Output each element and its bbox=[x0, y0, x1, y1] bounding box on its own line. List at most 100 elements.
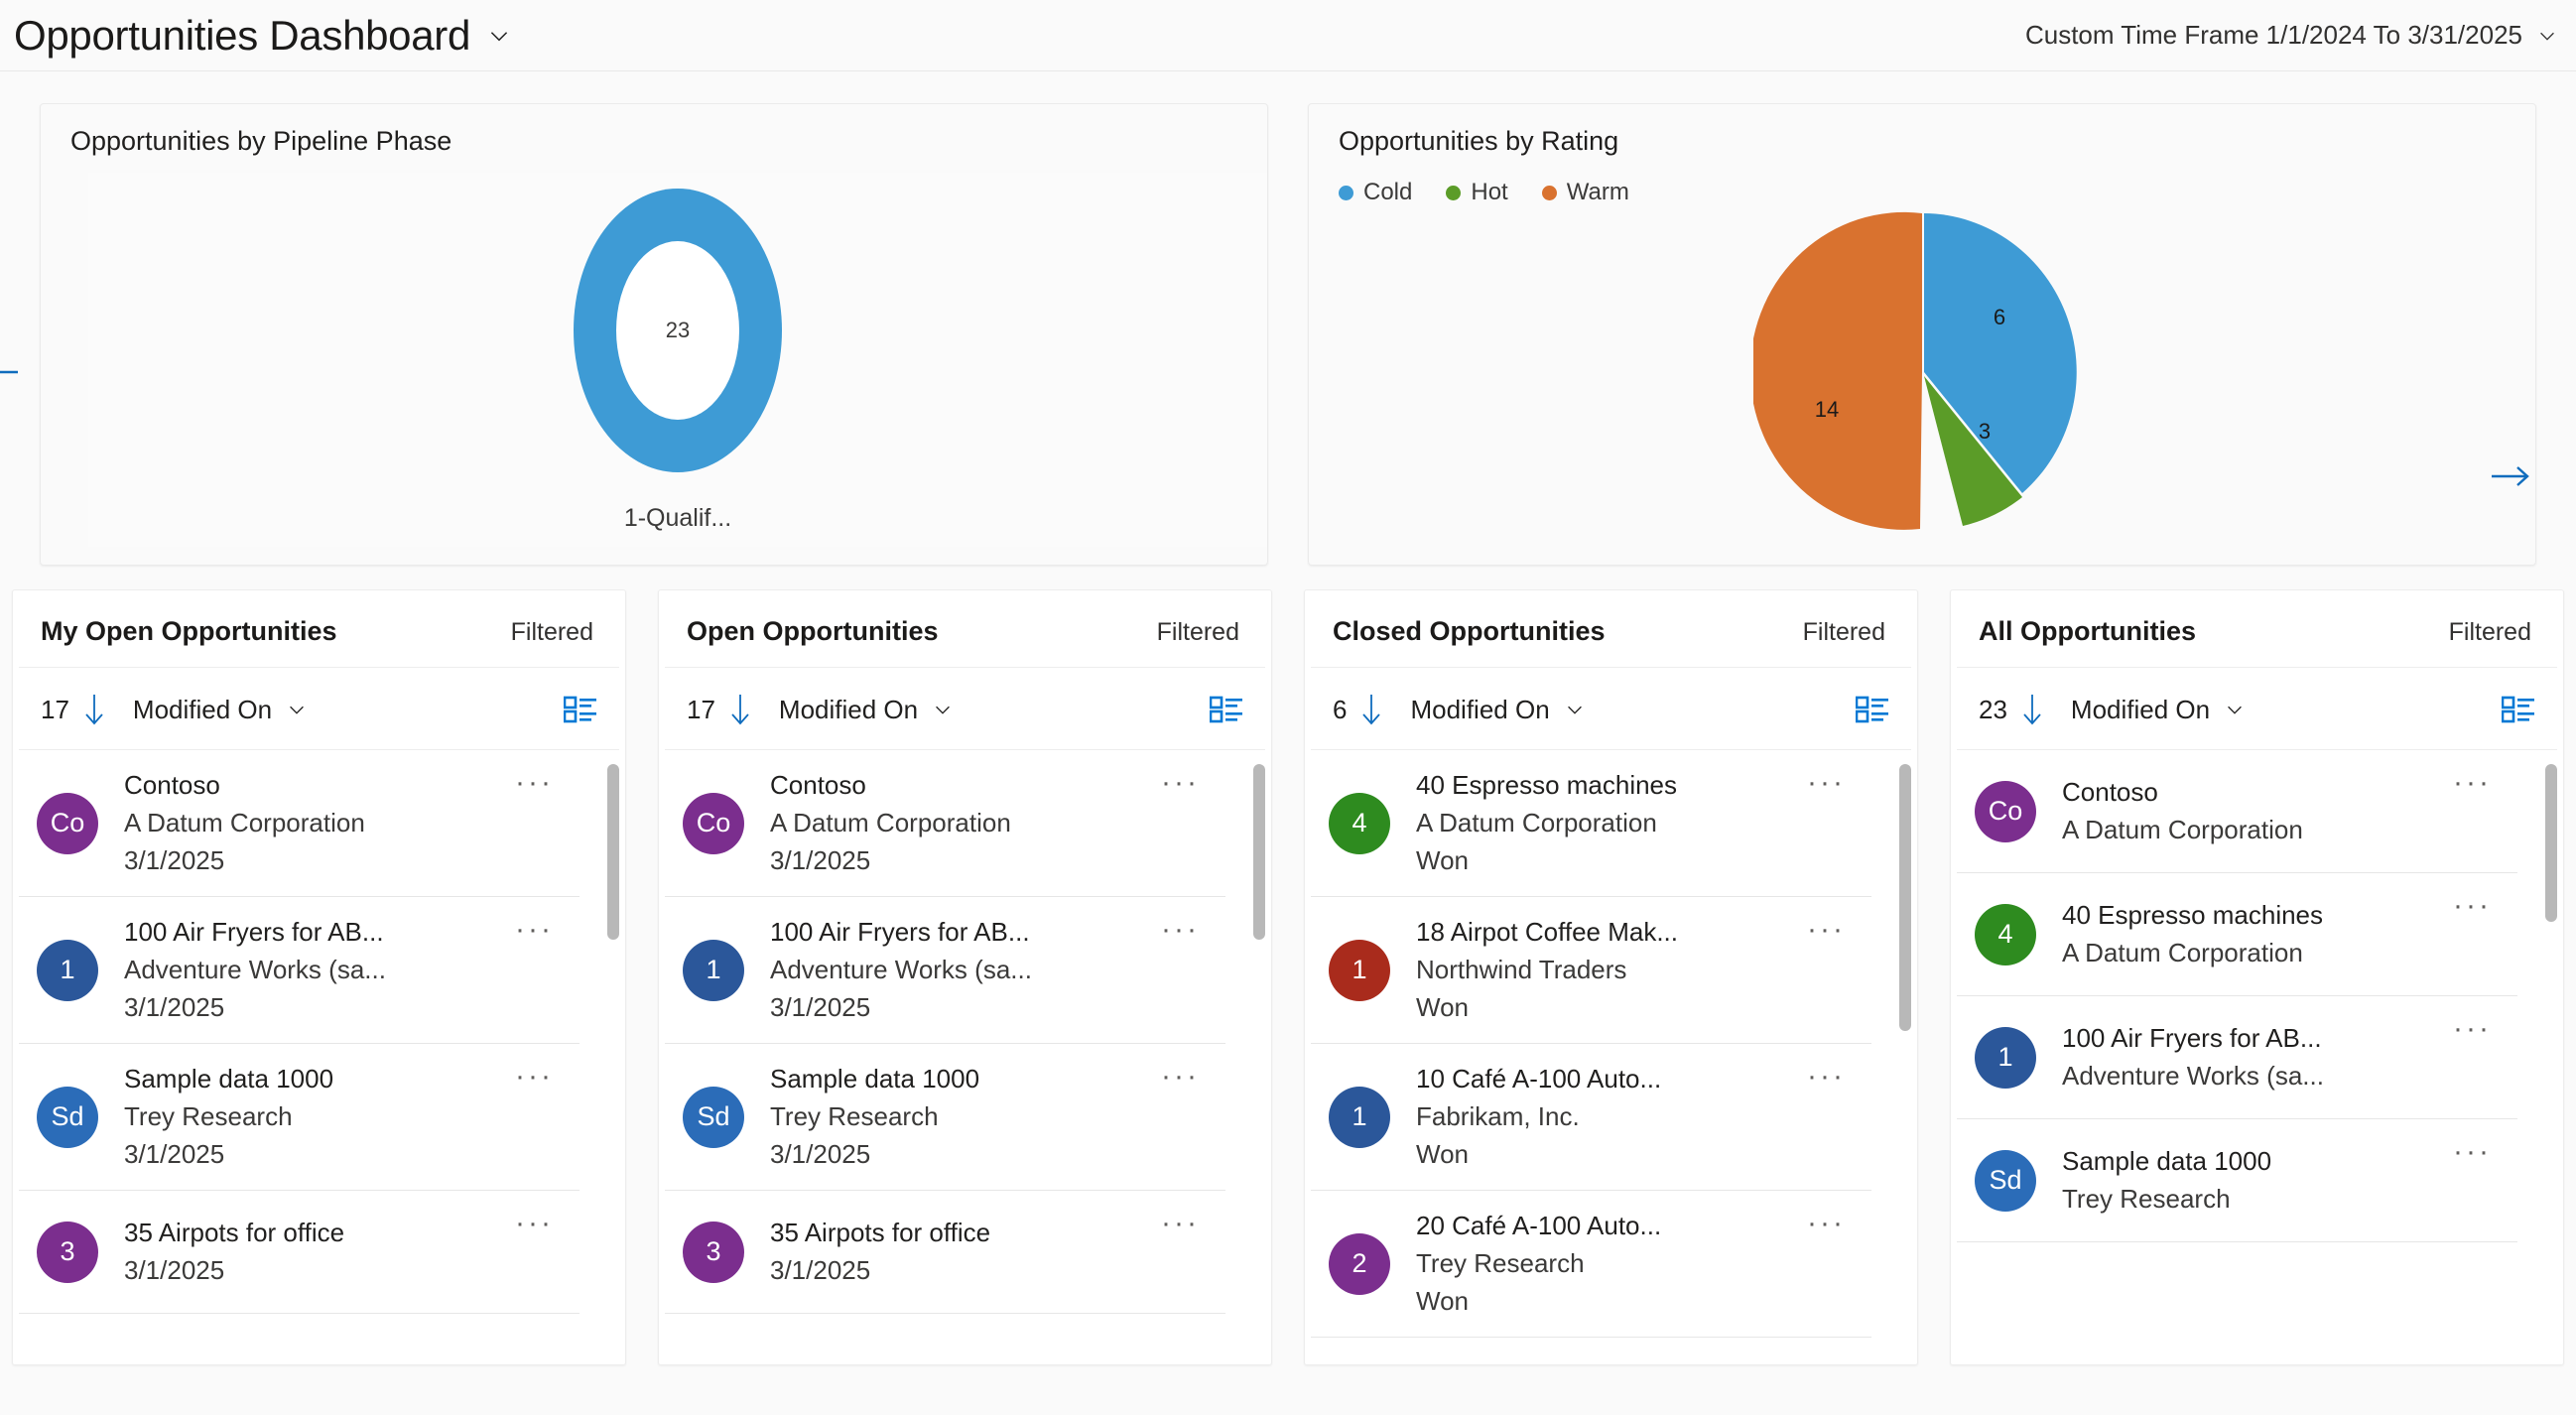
list-item-meta: 3/1/2025 bbox=[124, 1139, 225, 1169]
panel-header: Closed Opportunities Filtered bbox=[1311, 590, 1911, 668]
list-item[interactable]: Sd Sample data 1000 Trey Research ··· bbox=[1957, 1119, 2517, 1242]
panel-filtered-label[interactable]: Filtered bbox=[511, 618, 593, 647]
scrollbar-thumb[interactable] bbox=[607, 764, 619, 941]
list-item-more-button[interactable]: ··· bbox=[1787, 766, 1871, 798]
list-item-more-button[interactable]: ··· bbox=[495, 913, 580, 945]
chevron-down-icon[interactable] bbox=[1564, 699, 1586, 720]
chevron-down-icon[interactable] bbox=[2536, 25, 2558, 47]
pie-chart[interactable]: 6 3 14 bbox=[1749, 208, 2091, 541]
list-item[interactable]: 1 100 Air Fryers for AB... Adventure Work… bbox=[665, 897, 1225, 1044]
chart-card-pipeline-phase[interactable]: Opportunities by Pipeline Phase 23 1-Qua… bbox=[40, 103, 1268, 566]
list-item[interactable]: Co Contoso A Datum Corporation 3/1/2025 ··… bbox=[665, 750, 1225, 897]
list-item[interactable]: Co Contoso A Datum Corporation ··· bbox=[1957, 750, 2517, 873]
list-item-more-button[interactable]: ··· bbox=[1141, 1207, 1225, 1238]
avatar-initials: 1 bbox=[706, 955, 721, 984]
opportunity-panel: My Open Opportunities Filtered 17 Modifi… bbox=[12, 589, 626, 1365]
scrollbar-track[interactable] bbox=[1899, 758, 1911, 1364]
record-count: 23 bbox=[1979, 694, 2007, 724]
scrollbar-track[interactable] bbox=[2545, 758, 2557, 1364]
avatar: Co bbox=[37, 792, 98, 854]
arrow-left-icon[interactable] bbox=[0, 357, 20, 392]
chart-card-rating[interactable]: Opportunities by Rating Cold Hot Warm 6 … bbox=[1308, 103, 2536, 566]
pie-value-cold: 6 bbox=[1994, 305, 2005, 329]
avatar-initials: 2 bbox=[1352, 1248, 1367, 1278]
panel-filtered-label[interactable]: Filtered bbox=[2449, 618, 2531, 647]
list-item-more-button[interactable]: ··· bbox=[2433, 1135, 2517, 1167]
list-item-title: Sample data 1000 bbox=[2062, 1146, 2272, 1176]
avatar-initials: 3 bbox=[706, 1236, 721, 1266]
legend-item-warm[interactable]: Warm bbox=[1541, 179, 1629, 206]
scrollbar-thumb[interactable] bbox=[1253, 764, 1265, 941]
list-item[interactable]: 1 100 Air Fryers for AB... Adventure Work… bbox=[19, 897, 580, 1044]
list-item[interactable]: 1 10 Café A-100 Auto... Fabrikam, Inc. Won… bbox=[1311, 1044, 1871, 1191]
sort-field-label[interactable]: Modified On bbox=[133, 695, 272, 725]
panel-filtered-label[interactable]: Filtered bbox=[1157, 618, 1239, 647]
opportunity-panels-row: My Open Opportunities Filtered 17 Modifi… bbox=[0, 566, 2576, 1365]
panel-list[interactable]: 4 40 Espresso machines A Datum Corporatio… bbox=[1305, 750, 1917, 1364]
list-item-more-button[interactable]: ··· bbox=[2433, 766, 2517, 798]
scrollbar-track[interactable] bbox=[607, 758, 619, 1364]
scrollbar-thumb[interactable] bbox=[1899, 764, 1911, 1031]
chevron-down-icon[interactable] bbox=[286, 699, 308, 720]
scrollbar-track[interactable] bbox=[1253, 758, 1265, 1364]
list-item-text: 35 Airpots for office 3/1/2025 bbox=[770, 1218, 1141, 1286]
panel-filtered-label[interactable]: Filtered bbox=[1803, 618, 1885, 647]
donut-chart[interactable]: 23 1-Qualif... bbox=[559, 187, 797, 533]
scrollbar-thumb[interactable] bbox=[2545, 764, 2557, 922]
list-item[interactable]: 3 35 Airpots for office 3/1/2025 ··· bbox=[665, 1191, 1225, 1314]
chart-plot-area: Cold Hot Warm 6 3 14 bbox=[1309, 173, 2535, 547]
list-item-more-button[interactable]: ··· bbox=[1141, 1060, 1225, 1092]
list-item[interactable]: 1 18 Airpot Coffee Mak... Northwind Trade… bbox=[1311, 897, 1871, 1044]
panel-header: Open Opportunities Filtered bbox=[665, 590, 1265, 668]
arrow-right-icon[interactable] bbox=[2490, 461, 2533, 496]
list-item-more-button[interactable]: ··· bbox=[2433, 1012, 2517, 1044]
list-item-more-button[interactable]: ··· bbox=[1787, 913, 1871, 945]
list-item-more-button[interactable]: ··· bbox=[495, 1207, 580, 1238]
list-item[interactable]: 4 40 Espresso machines A Datum Corporatio… bbox=[1957, 873, 2517, 996]
list-item-more-button[interactable]: ··· bbox=[2433, 889, 2517, 921]
list-item[interactable]: Sd Sample data 1000 Trey Research 3/1/2025… bbox=[19, 1044, 580, 1191]
list-item-title: 20 Café A-100 Auto... bbox=[1416, 1211, 1662, 1240]
chevron-down-icon[interactable] bbox=[2224, 699, 2246, 720]
list-item[interactable]: 2 20 Café A-100 Auto... Trey Research Won … bbox=[1311, 1191, 1871, 1338]
timeframe-selector[interactable]: Custom Time Frame 1/1/2024 To 3/31/2025 bbox=[2025, 20, 2562, 51]
panel-list[interactable]: Co Contoso A Datum Corporation 3/1/2025 ··… bbox=[659, 750, 1271, 1364]
opportunity-panel: Open Opportunities Filtered 17 Modified … bbox=[658, 589, 1272, 1365]
arrow-down-icon[interactable] bbox=[81, 692, 107, 727]
list-item-subtitle: Northwind Traders bbox=[1416, 955, 1627, 984]
list-item-more-button[interactable]: ··· bbox=[495, 766, 580, 798]
list-item-more-button[interactable]: ··· bbox=[495, 1060, 580, 1092]
list-view-icon[interactable] bbox=[2502, 695, 2535, 724]
list-item-meta: Won bbox=[1416, 845, 1469, 875]
list-item[interactable]: Sd Sample data 1000 Trey Research 3/1/2025… bbox=[665, 1044, 1225, 1191]
list-view-icon[interactable] bbox=[564, 695, 597, 724]
list-item-more-button[interactable]: ··· bbox=[1787, 1207, 1871, 1238]
legend-item-hot[interactable]: Hot bbox=[1446, 179, 1508, 206]
list-item-more-button[interactable]: ··· bbox=[1141, 766, 1225, 798]
panel-list[interactable]: Co Contoso A Datum Corporation ··· 4 40 E… bbox=[1951, 750, 2563, 1364]
list-item[interactable]: 3 35 Airpots for office 3/1/2025 ··· bbox=[19, 1191, 580, 1314]
list-view-icon[interactable] bbox=[1210, 695, 1243, 724]
arrow-down-icon[interactable] bbox=[727, 692, 753, 727]
arrow-down-icon[interactable] bbox=[1358, 692, 1384, 727]
avatar: Sd bbox=[37, 1086, 98, 1148]
panel-header: My Open Opportunities Filtered bbox=[19, 590, 619, 668]
sort-field-label[interactable]: Modified On bbox=[779, 695, 918, 725]
list-item[interactable]: 4 40 Espresso machines A Datum Corporatio… bbox=[1311, 750, 1871, 897]
sort-field-label[interactable]: Modified On bbox=[1410, 695, 1549, 725]
panel-list[interactable]: Co Contoso A Datum Corporation 3/1/2025 ··… bbox=[13, 750, 625, 1364]
list-item-title: 10 Café A-100 Auto... bbox=[1416, 1064, 1662, 1093]
arrow-down-icon[interactable] bbox=[2019, 692, 2045, 727]
list-view-icon[interactable] bbox=[1856, 695, 1889, 724]
sort-field-label[interactable]: Modified On bbox=[2071, 695, 2210, 725]
list-item-more-button[interactable]: ··· bbox=[1141, 913, 1225, 945]
chevron-down-icon[interactable] bbox=[932, 699, 954, 720]
list-item[interactable]: 1 100 Air Fryers for AB... Adventure Work… bbox=[1957, 996, 2517, 1119]
list-item[interactable]: Co Contoso A Datum Corporation 3/1/2025 ··… bbox=[19, 750, 580, 897]
chevron-down-icon[interactable] bbox=[486, 23, 512, 49]
legend-item-cold[interactable]: Cold bbox=[1339, 179, 1412, 206]
dashboard-topbar: Opportunities Dashboard Custom Time Fram… bbox=[0, 0, 2576, 71]
legend-swatch-icon bbox=[1446, 185, 1462, 200]
list-item-more-button[interactable]: ··· bbox=[1787, 1060, 1871, 1092]
list-item-text: Contoso A Datum Corporation 3/1/2025 bbox=[124, 770, 495, 876]
